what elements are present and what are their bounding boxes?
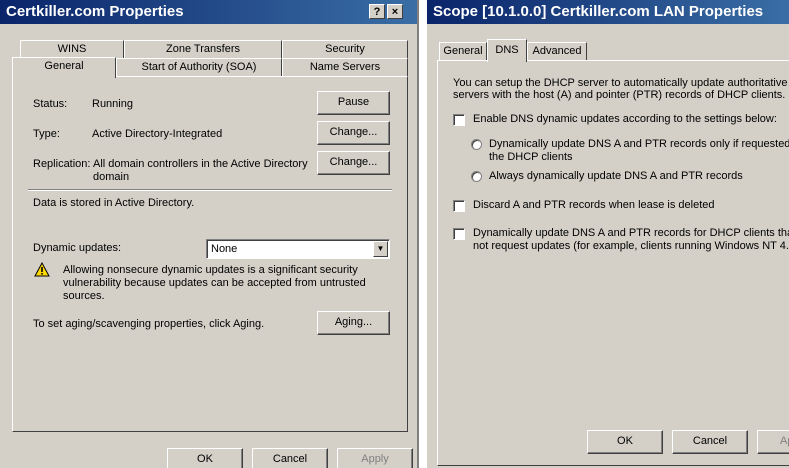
scope-properties-dialog: Scope [10.1.0.0] Certkiller.com LAN Prop…	[426, 0, 789, 468]
help-button[interactable]: ?	[369, 4, 385, 19]
discard-records-label: Discard A and PTR records when lease is …	[473, 199, 715, 211]
change-replication-button[interactable]: Change...	[317, 151, 390, 175]
data-stored-text: Data is stored in Active Directory.	[33, 197, 195, 209]
update-non-requesting-checkbox[interactable]	[453, 228, 465, 240]
close-button[interactable]: ×	[387, 4, 403, 19]
tab-dns[interactable]: DNS	[487, 39, 527, 62]
zone-properties-dialog: Certkiller.com Properties ? × WINS Zone …	[0, 0, 419, 468]
status-value: Running	[92, 98, 133, 110]
enable-dns-updates-checkbox[interactable]	[453, 114, 465, 126]
type-label: Type:	[33, 128, 60, 140]
ok-button[interactable]: OK	[167, 448, 243, 468]
pause-button[interactable]: Pause	[317, 91, 390, 115]
update-if-requested-radio[interactable]	[471, 139, 482, 150]
warning-text-line3: sources.	[63, 290, 105, 302]
tab-general[interactable]: General	[439, 42, 487, 60]
right-title-bar: Scope [10.1.0.0] Certkiller.com LAN Prop…	[427, 0, 789, 24]
ok-button[interactable]: OK	[587, 430, 663, 454]
tab-general[interactable]: General	[12, 57, 116, 78]
type-value: Active Directory-Integrated	[92, 128, 223, 140]
enable-dns-updates-label: Enable DNS dynamic updates according to …	[473, 113, 777, 125]
apply-button[interactable]: Apply	[337, 448, 413, 468]
intro-text-line1: You can setup the DHCP server to automat…	[453, 77, 789, 89]
always-update-label: Always dynamically update DNS A and PTR …	[489, 170, 743, 182]
update-if-requested-line1: Dynamically update DNS A and PTR records…	[489, 138, 789, 150]
discard-records-checkbox[interactable]	[453, 200, 465, 212]
replication-label: Replication:	[33, 158, 91, 170]
intro-text-line2: servers with the host (A) and pointer (P…	[453, 89, 786, 101]
cancel-button[interactable]: Cancel	[672, 430, 748, 454]
aging-button[interactable]: Aging...	[317, 311, 390, 335]
left-title-bar: Certkiller.com Properties	[0, 0, 417, 24]
tab-security[interactable]: Security	[282, 40, 408, 58]
tab-start-of-authority[interactable]: Start of Authority (SOA)	[116, 58, 282, 76]
left-window-title: Certkiller.com Properties	[6, 3, 184, 20]
tab-wins[interactable]: WINS	[20, 40, 124, 58]
cancel-button[interactable]: Cancel	[252, 448, 328, 468]
replication-value-line1: All domain controllers in the Active Dir…	[93, 158, 308, 170]
update-non-requesting-line1: Dynamically update DNS A and PTR records…	[473, 227, 789, 239]
change-type-button[interactable]: Change...	[317, 121, 390, 145]
tab-zone-transfers[interactable]: Zone Transfers	[124, 40, 282, 58]
dynamic-updates-value: None	[211, 243, 238, 255]
update-if-requested-line2: the DHCP clients	[489, 151, 573, 163]
replication-value-line2: domain	[93, 171, 130, 183]
update-non-requesting-line2: not request updates (for example, client…	[473, 240, 789, 252]
always-update-radio[interactable]	[471, 171, 482, 182]
apply-button[interactable]: Ap	[757, 430, 789, 454]
warning-icon	[34, 262, 50, 277]
chevron-down-icon[interactable]: ▼	[373, 241, 388, 257]
warning-text-line2: vulnerability because updates can be acc…	[63, 277, 366, 289]
aging-text: To set aging/scavenging properties, clic…	[33, 318, 265, 330]
tab-advanced[interactable]: Advanced	[527, 42, 587, 60]
warning-text-line1: Allowing nonsecure dynamic updates is a …	[63, 264, 358, 276]
tab-name-servers[interactable]: Name Servers	[282, 58, 408, 76]
dynamic-updates-label: Dynamic updates:	[33, 242, 122, 254]
dynamic-updates-select[interactable]: None ▼	[206, 239, 390, 259]
status-label: Status:	[33, 98, 68, 110]
right-window-title: Scope [10.1.0.0] Certkiller.com LAN Prop…	[433, 3, 764, 20]
divider	[28, 189, 392, 191]
